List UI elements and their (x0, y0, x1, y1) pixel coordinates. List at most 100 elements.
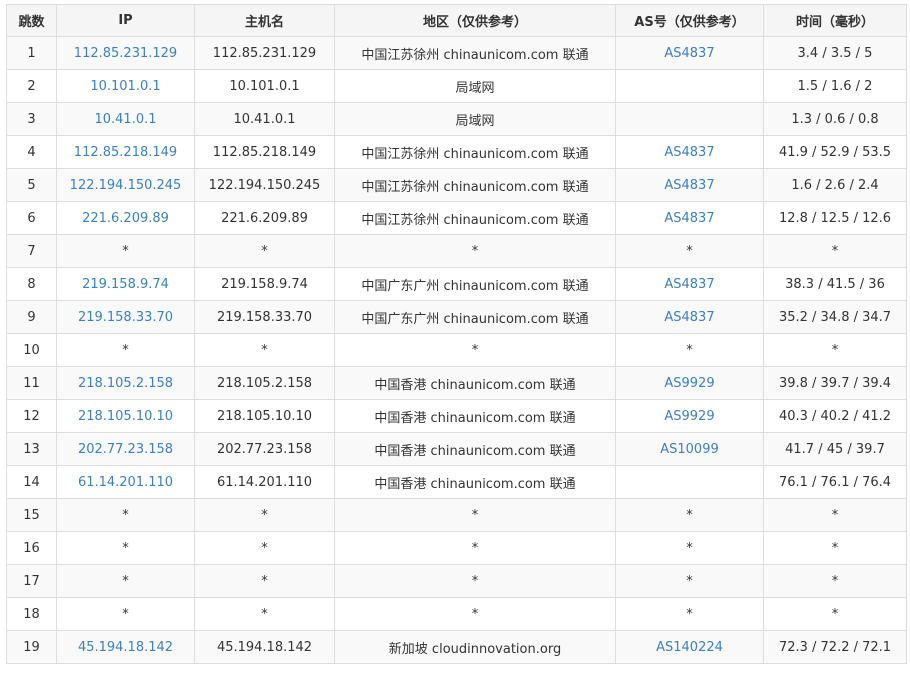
time-cell: * (763, 333, 907, 367)
ip-cell[interactable]: 218.105.10.10 (56, 399, 195, 433)
ip-cell: * (56, 597, 195, 631)
ip-cell: * (56, 234, 195, 268)
region-cell: 中国广东广州 chinaunicom.com 联通 (334, 300, 616, 334)
header-time: 时间（毫秒） (763, 4, 907, 37)
ip-cell[interactable]: 10.101.0.1 (56, 69, 195, 103)
time-cell: 40.3 / 40.2 / 41.2 (763, 399, 907, 433)
region-cell: 中国香港 chinaunicom.com 联通 (334, 399, 616, 433)
hop-cell: 1 (6, 36, 57, 70)
hostname-cell: * (194, 234, 335, 268)
table-row: 18 * * * * * (6, 597, 907, 631)
time-cell: * (763, 564, 907, 598)
hostname-cell: 112.85.218.149 (194, 135, 335, 169)
hostname-cell: * (194, 564, 335, 598)
asn-cell (615, 465, 764, 499)
time-cell: 1.3 / 0.6 / 0.8 (763, 102, 907, 136)
ip-cell[interactable]: 122.194.150.245 (56, 168, 195, 202)
ip-cell[interactable]: 45.194.18.142 (56, 630, 195, 664)
asn-cell (615, 69, 764, 103)
table-row: 19 45.194.18.142 45.194.18.142 新加坡 cloudinn… (6, 630, 907, 664)
table-row: 5 122.194.150.245 122.194.150.245 中国江苏徐州 ch… (6, 168, 907, 202)
ip-cell: * (56, 531, 195, 565)
hostname-cell: 10.101.0.1 (194, 69, 335, 103)
hop-cell: 15 (6, 498, 57, 532)
hop-cell: 13 (6, 432, 57, 466)
header-ip: IP (56, 4, 195, 37)
region-cell: * (334, 333, 616, 367)
header-asn: AS号（仅供参考） (615, 4, 764, 37)
ip-cell: * (56, 564, 195, 598)
time-cell: 41.7 / 45 / 39.7 (763, 432, 907, 466)
ip-cell[interactable]: 112.85.218.149 (56, 135, 195, 169)
hop-cell: 5 (6, 168, 57, 202)
ip-cell[interactable]: 202.77.23.158 (56, 432, 195, 466)
hostname-cell: 112.85.231.129 (194, 36, 335, 70)
hop-cell: 12 (6, 399, 57, 433)
ip-cell: * (56, 333, 195, 367)
table-row: 11 218.105.2.158 218.105.2.158 中国香港 chinaun… (6, 366, 907, 400)
region-cell: 局域网 (334, 102, 616, 136)
asn-cell: * (615, 597, 764, 631)
table-row: 2 10.101.0.1 10.101.0.1 局域网 1.5 / 1.6 / 2 (6, 69, 907, 103)
header-hostname: 主机名 (194, 4, 335, 37)
table-row: 8 219.158.9.74 219.158.9.74 中国广东广州 chinauni… (6, 267, 907, 301)
ip-cell[interactable]: 10.41.0.1 (56, 102, 195, 136)
time-cell: * (763, 531, 907, 565)
ip-cell[interactable]: 61.14.201.110 (56, 465, 195, 499)
asn-cell[interactable]: AS4837 (615, 201, 764, 235)
region-cell: 中国香港 chinaunicom.com 联通 (334, 366, 616, 400)
asn-cell[interactable]: AS140224 (615, 630, 764, 664)
hop-cell: 9 (6, 300, 57, 334)
asn-cell[interactable]: AS10099 (615, 432, 764, 466)
header-region: 地区（仅供参考） (334, 4, 616, 37)
region-cell: * (334, 564, 616, 598)
ip-cell[interactable]: 218.105.2.158 (56, 366, 195, 400)
hop-cell: 17 (6, 564, 57, 598)
asn-cell[interactable]: AS9929 (615, 399, 764, 433)
time-cell: 38.3 / 41.5 / 36 (763, 267, 907, 301)
asn-cell[interactable]: AS4837 (615, 36, 764, 70)
table-row: 12 218.105.10.10 218.105.10.10 中国香港 chinaun… (6, 399, 907, 433)
asn-cell[interactable]: AS4837 (615, 135, 764, 169)
asn-cell: * (615, 531, 764, 565)
region-cell: 中国江苏徐州 chinaunicom.com 联通 (334, 135, 616, 169)
asn-cell[interactable]: AS4837 (615, 300, 764, 334)
hostname-cell: 219.158.33.70 (194, 300, 335, 334)
hostname-cell: 218.105.10.10 (194, 399, 335, 433)
hop-cell: 16 (6, 531, 57, 565)
hop-cell: 8 (6, 267, 57, 301)
table-row: 13 202.77.23.158 202.77.23.158 中国香港 chinaun… (6, 432, 907, 466)
table-row: 16 * * * * * (6, 531, 907, 565)
asn-cell[interactable]: AS4837 (615, 267, 764, 301)
table-row: 7 * * * * * (6, 234, 907, 268)
asn-cell: * (615, 234, 764, 268)
region-cell: * (334, 234, 616, 268)
table-row: 14 61.14.201.110 61.14.201.110 中国香港 chinaun… (6, 465, 907, 499)
time-cell: 39.8 / 39.7 / 39.4 (763, 366, 907, 400)
hop-cell: 6 (6, 201, 57, 235)
ip-cell: * (56, 498, 195, 532)
time-cell: * (763, 597, 907, 631)
ip-cell[interactable]: 221.6.209.89 (56, 201, 195, 235)
time-cell: 12.8 / 12.5 / 12.6 (763, 201, 907, 235)
hostname-cell: * (194, 498, 335, 532)
region-cell: 中国江苏徐州 chinaunicom.com 联通 (334, 36, 616, 70)
ip-cell[interactable]: 219.158.33.70 (56, 300, 195, 334)
ip-cell[interactable]: 112.85.231.129 (56, 36, 195, 70)
region-cell: 局域网 (334, 69, 616, 103)
table-row: 17 * * * * * (6, 564, 907, 598)
asn-cell[interactable]: AS4837 (615, 168, 764, 202)
hostname-cell: 218.105.2.158 (194, 366, 335, 400)
time-cell: * (763, 498, 907, 532)
time-cell: 1.5 / 1.6 / 2 (763, 69, 907, 103)
asn-cell: * (615, 498, 764, 532)
hostname-cell: 61.14.201.110 (194, 465, 335, 499)
region-cell: 新加坡 cloudinnovation.org (334, 630, 616, 664)
time-cell: 72.3 / 72.2 / 72.1 (763, 630, 907, 664)
ip-cell[interactable]: 219.158.9.74 (56, 267, 195, 301)
time-cell: 35.2 / 34.8 / 34.7 (763, 300, 907, 334)
hop-cell: 10 (6, 333, 57, 367)
hostname-cell: * (194, 531, 335, 565)
asn-cell[interactable]: AS9929 (615, 366, 764, 400)
hop-cell: 14 (6, 465, 57, 499)
